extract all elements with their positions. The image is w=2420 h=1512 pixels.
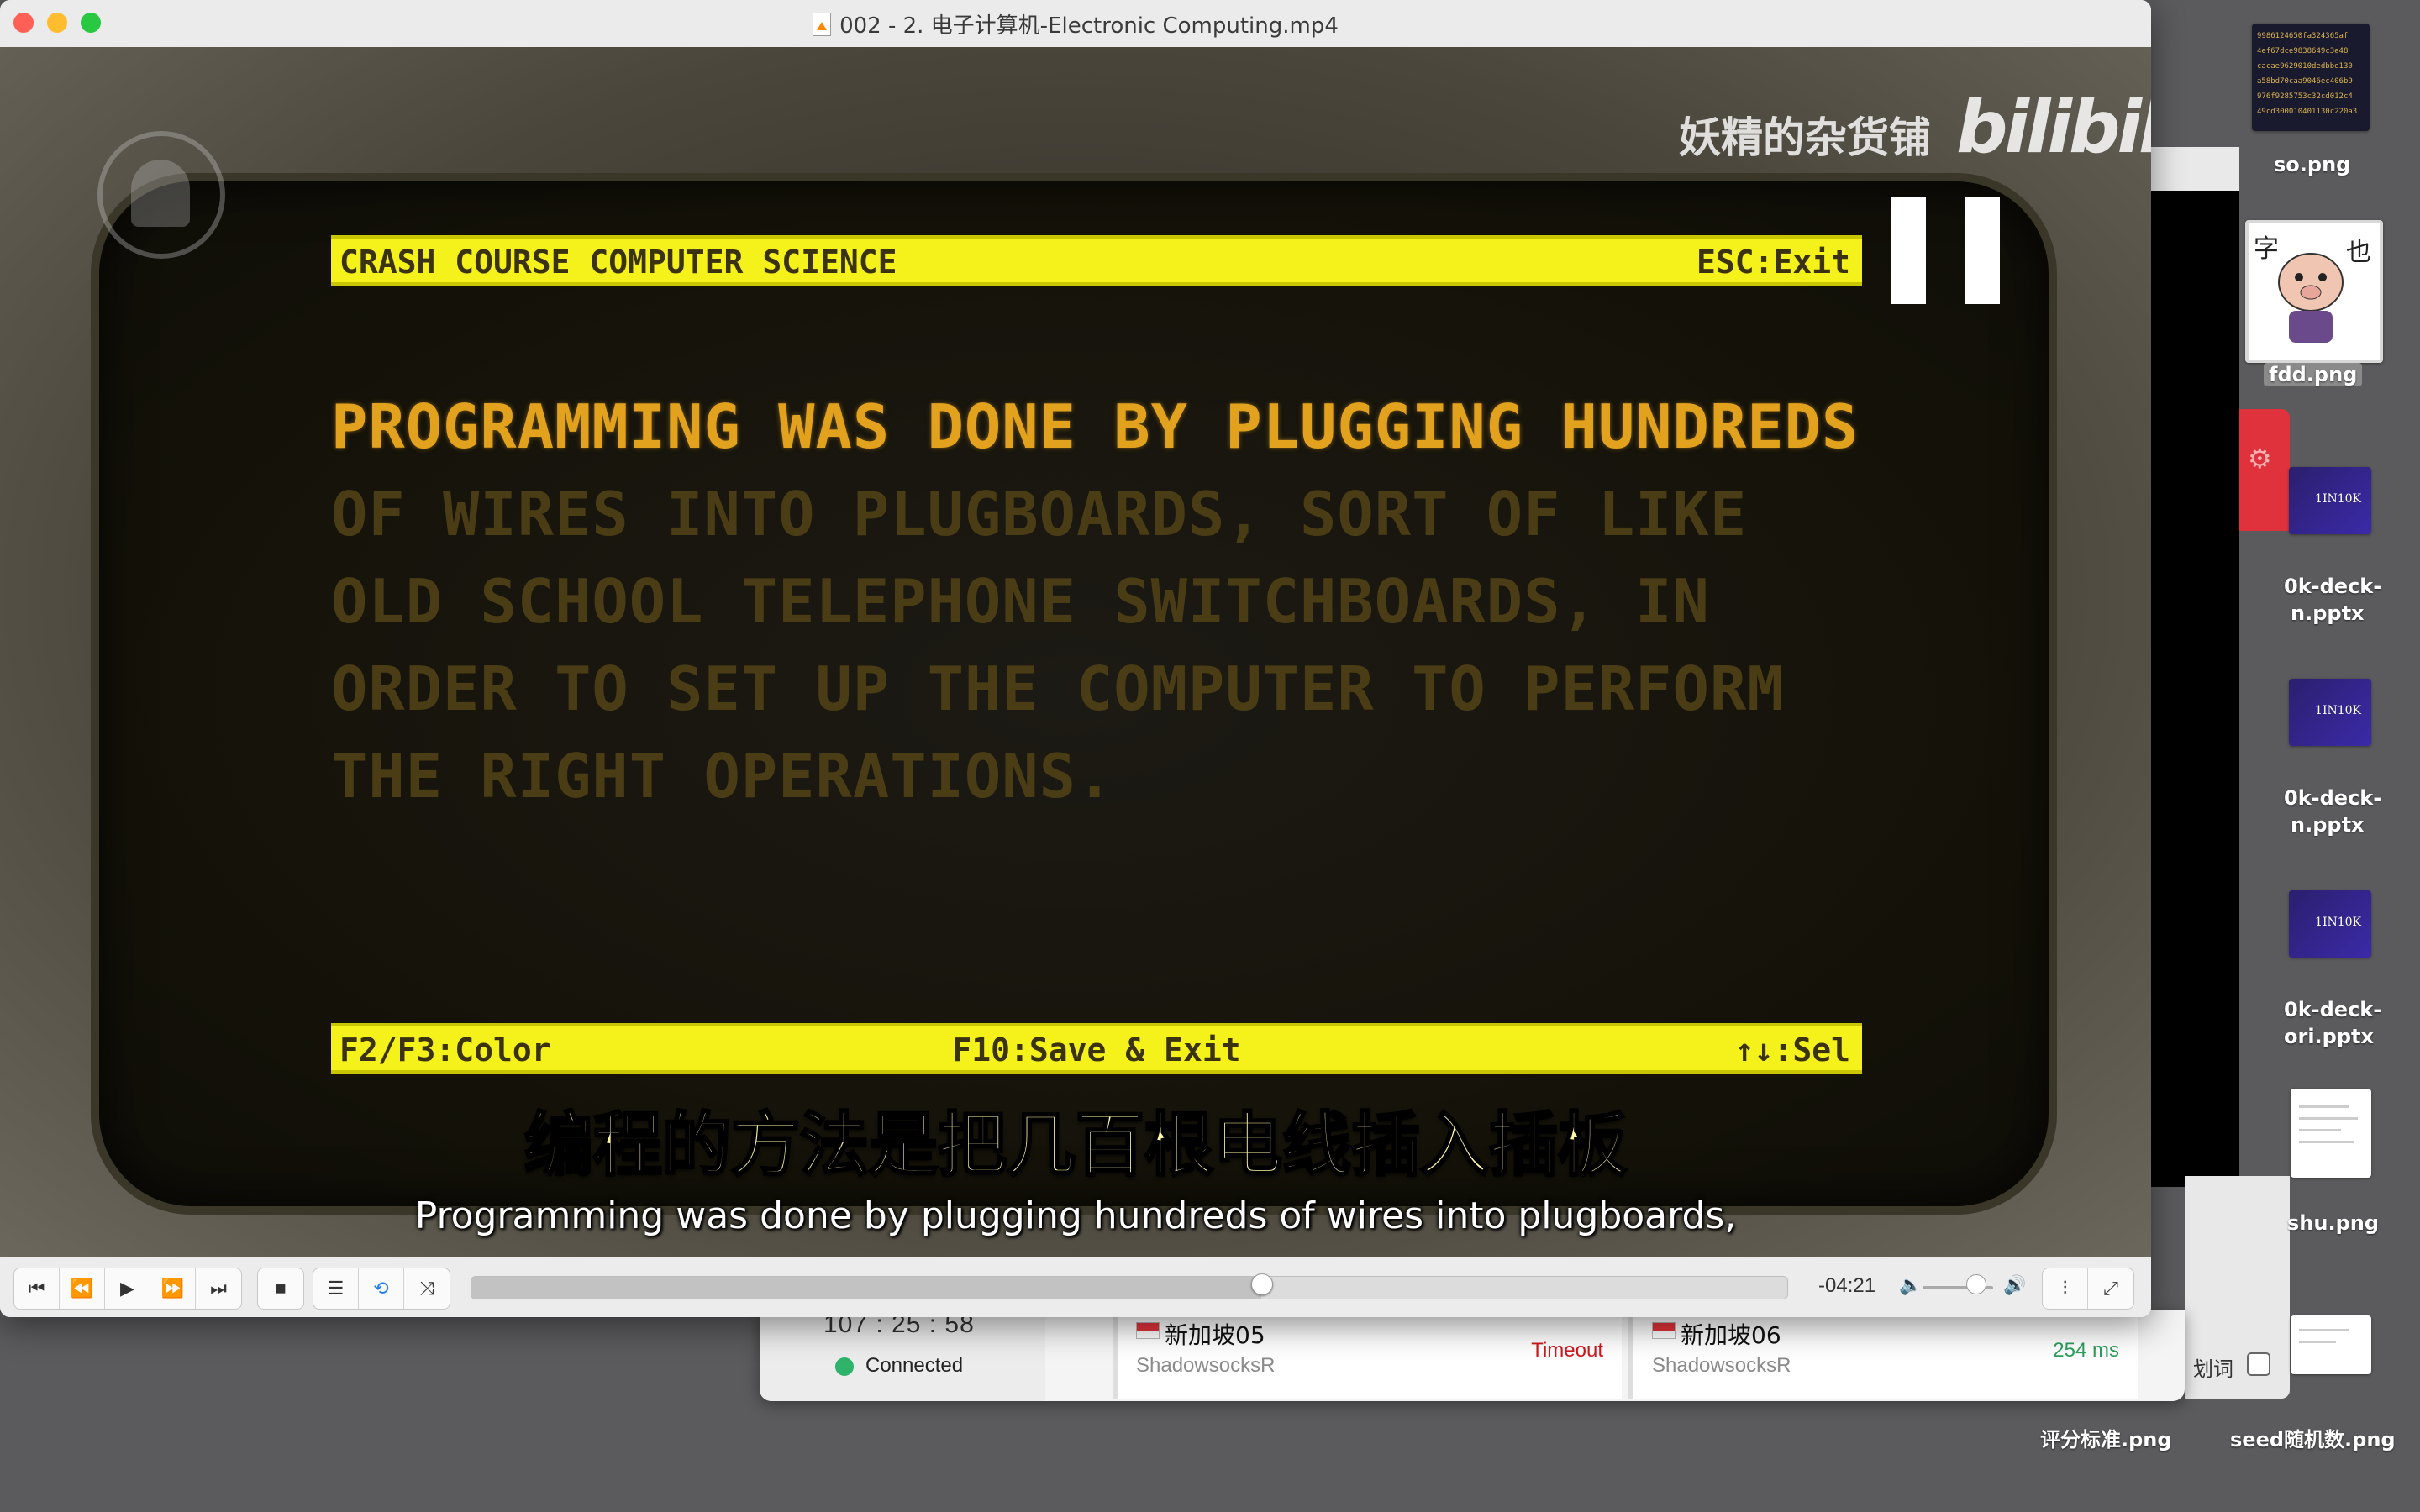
desktop-file-label[interactable]: seed随机数.png bbox=[2230, 1423, 2396, 1452]
thumbnail-text: 1IN10K bbox=[2315, 916, 2361, 929]
subtitle-english: Programming was done by plugging hundred… bbox=[414, 1194, 1737, 1237]
seek-bar[interactable] bbox=[471, 1276, 1788, 1299]
video-area[interactable]: 妖精的杂货铺 bilibili CRASH COURSE COMPUTER SC… bbox=[0, 47, 2151, 1257]
skip-to-end-icon[interactable]: ⏭ bbox=[196, 1268, 241, 1309]
pause-icon bbox=[1965, 197, 2000, 304]
desktop-file-label[interactable]: n.pptx bbox=[2291, 601, 2365, 625]
shuffle-icon[interactable]: ⤨ bbox=[404, 1268, 450, 1309]
equalizer-icon[interactable]: ⫶ bbox=[2043, 1268, 2088, 1309]
volume-knob[interactable] bbox=[1966, 1274, 1986, 1294]
seek-bar-progress bbox=[471, 1277, 1261, 1299]
thumbnail-text: cacae9629010dedbbe130 bbox=[2257, 62, 2353, 71]
time-remaining[interactable]: -04:21 bbox=[1818, 1274, 1876, 1298]
desktop-file-document-thumbnail[interactable] bbox=[2291, 1089, 2371, 1178]
crt-line: ORDER TO SET UP THE COMPUTER TO PERFORM bbox=[331, 654, 1785, 724]
crt-header-title: CRASH COURSE COMPUTER SCIENCE bbox=[339, 244, 897, 281]
ssr-window: 107 : 25 : 58 Connected 新加坡05 Shadowsock… bbox=[760, 1310, 2185, 1401]
server-type: ShadowsocksR bbox=[1652, 1354, 1791, 1377]
skip-to-start-icon[interactable]: ⏮ bbox=[14, 1268, 60, 1309]
crt-header-exit: ESC:Exit bbox=[1696, 244, 1850, 281]
desktop-file-document-thumbnail[interactable] bbox=[2291, 1315, 2371, 1374]
ssr-connection-status: Connected bbox=[865, 1354, 964, 1377]
vlc-file-icon bbox=[813, 13, 832, 36]
server-card[interactable]: 新加坡06 ShadowsocksR 254 ms bbox=[1628, 1310, 2138, 1399]
bilibili-logo: bilibili bbox=[1956, 86, 2151, 170]
desktop-file-label[interactable]: so.png bbox=[2274, 153, 2350, 176]
repeat-icon[interactable]: ⟲ bbox=[359, 1268, 404, 1309]
server-card[interactable]: 新加坡05 ShadowsocksR Timeout bbox=[1113, 1310, 1622, 1399]
crt-screen-text: PROGRAMMING WAS DONE BY PLUGGING HUNDRED… bbox=[331, 383, 1928, 820]
vlc-player-window: 002 - 2. 电子计算机-Electronic Computing.mp4 … bbox=[0, 0, 2151, 1317]
thumbnail-text: 9986124650fa324365af bbox=[2257, 32, 2349, 40]
crt-header-bar: CRASH COURSE COMPUTER SCIENCE ESC:Exit bbox=[331, 235, 1862, 286]
desktop-file-deck-thumbnail[interactable]: 1IN10K bbox=[2289, 679, 2371, 746]
desktop-file-deck-thumbnail[interactable]: 1IN10K bbox=[2289, 890, 2371, 958]
fullscreen-icon[interactable]: ⤢ bbox=[2088, 1268, 2133, 1309]
desktop-file-label[interactable]: shu.png bbox=[2287, 1211, 2379, 1235]
window-title: 002 - 2. 电子计算机-Electronic Computing.mp4 bbox=[0, 8, 2151, 39]
pause-icon bbox=[1891, 197, 1926, 304]
watermark-channel: 妖精的杂货铺 bbox=[1679, 113, 1931, 162]
word-select-checkbox[interactable] bbox=[2247, 1352, 2270, 1376]
play-icon[interactable]: ▶ bbox=[105, 1268, 150, 1309]
desktop-file-label[interactable]: ori.pptx bbox=[2284, 1025, 2374, 1048]
stop-icon[interactable]: ■ bbox=[258, 1268, 303, 1309]
translation-panel: 划词 bbox=[2185, 1176, 2290, 1399]
title-bar[interactable]: 002 - 2. 电子计算机-Electronic Computing.mp4 bbox=[0, 0, 2151, 48]
extra-buttons: ⫶ ⤢ bbox=[2042, 1268, 2134, 1310]
transport-buttons: ⏮ ⏪ ▶ ⏩ ⏭ bbox=[13, 1268, 242, 1310]
crt-line: OF WIRES INTO PLUGBOARDS, SORT OF LIKE bbox=[331, 479, 1748, 549]
server-latency: Timeout bbox=[1531, 1339, 1603, 1362]
stop-button-group: ■ bbox=[257, 1268, 304, 1310]
ssr-status-panel: 107 : 25 : 58 Connected bbox=[760, 1310, 1045, 1401]
crt-footer-select: ↑↓:Sel bbox=[1734, 1032, 1850, 1068]
cartoon-pig-icon: 字 也 bbox=[2254, 234, 2371, 343]
playback-controls: ⏮ ⏪ ▶ ⏩ ⏭ ■ ☰ ⟲ ⤨ -04:21 🔈 🔊 ⫶ ⤢ bbox=[0, 1257, 2151, 1317]
crt-line: THE RIGHT OPERATIONS. bbox=[331, 741, 1114, 811]
thumbnail-text: 1IN10K bbox=[2315, 704, 2361, 717]
thumbnail-text: 49cd300010401130c220a3 bbox=[2257, 108, 2358, 116]
playlist-icon[interactable]: ☰ bbox=[313, 1268, 359, 1309]
volume-max-icon[interactable]: 🔊 bbox=[2003, 1274, 2026, 1296]
desktop-file-so-thumbnail[interactable]: 9986124650fa324365af 4ef67dce9838649c3e4… bbox=[2252, 24, 2370, 131]
server-name: 新加坡05 bbox=[1165, 1321, 1265, 1349]
server-name: 新加坡06 bbox=[1681, 1321, 1781, 1349]
rewind-icon[interactable]: ⏪ bbox=[60, 1268, 105, 1309]
desktop-file-label[interactable]: 0k-deck- bbox=[2284, 998, 2381, 1021]
desktop-file-label[interactable]: 0k-deck- bbox=[2284, 575, 2381, 598]
server-type: ShadowsocksR bbox=[1136, 1354, 1276, 1377]
crt-footer-save: F10:Save & Exit bbox=[952, 1032, 1241, 1068]
playlist-button-group: ☰ ⟲ ⤨ bbox=[313, 1268, 450, 1310]
thumbnail-text: a58bd70caa9046ec406b9 bbox=[2257, 77, 2353, 86]
background-app-panel: ⚙ bbox=[2239, 409, 2290, 531]
desktop-file-deck-thumbnail[interactable]: 1IN10K bbox=[2289, 467, 2371, 534]
desktop-file-label[interactable]: 0k-deck- bbox=[2284, 786, 2381, 810]
singapore-flag-icon bbox=[1652, 1322, 1676, 1339]
crt-line: OLD SCHOOL TELEPHONE SWITCHBOARDS, IN bbox=[331, 566, 1710, 637]
thumbnail-text: 976f9285753c32cd012c4 bbox=[2257, 92, 2353, 101]
fast-forward-icon[interactable]: ⏩ bbox=[150, 1268, 196, 1309]
window-title-text: 002 - 2. 电子计算机-Electronic Computing.mp4 bbox=[839, 13, 1339, 39]
desktop-file-label[interactable]: n.pptx bbox=[2291, 813, 2365, 837]
server-latency: 254 ms bbox=[2053, 1339, 2119, 1362]
desktop-file-label[interactable]: fdd.png bbox=[2264, 363, 2363, 386]
pbs-logo-icon bbox=[97, 131, 225, 259]
thumbnail-text: 4ef67dce9838649c3e48 bbox=[2257, 47, 2349, 55]
seek-knob[interactable] bbox=[1250, 1273, 1273, 1295]
subtitle-chinese: 编程的方法是把几百根电线插入插板 bbox=[523, 1105, 1628, 1187]
connected-status-dot-icon bbox=[835, 1357, 854, 1376]
desktop-file-label[interactable]: 评分标准.png bbox=[2040, 1423, 2172, 1452]
word-select-label: 划词 bbox=[2193, 1358, 2233, 1381]
crt-footer-bar: F2/F3:Color F10:Save & Exit ↑↓:Sel bbox=[331, 1023, 1862, 1074]
desktop-file-fdd-thumbnail[interactable]: 字 也 bbox=[2245, 220, 2383, 363]
crt-line: PROGRAMMING WAS DONE BY PLUGGING HUNDRED… bbox=[331, 391, 1860, 462]
singapore-flag-icon bbox=[1136, 1322, 1160, 1339]
svg-text:也: 也 bbox=[2346, 238, 2371, 267]
gear-icon[interactable]: ⚙ bbox=[2248, 443, 2272, 475]
volume-mute-icon[interactable]: 🔈 bbox=[1899, 1274, 1922, 1296]
thumbnail-text: 1IN10K bbox=[2315, 492, 2361, 506]
svg-text:字: 字 bbox=[2254, 234, 2279, 264]
